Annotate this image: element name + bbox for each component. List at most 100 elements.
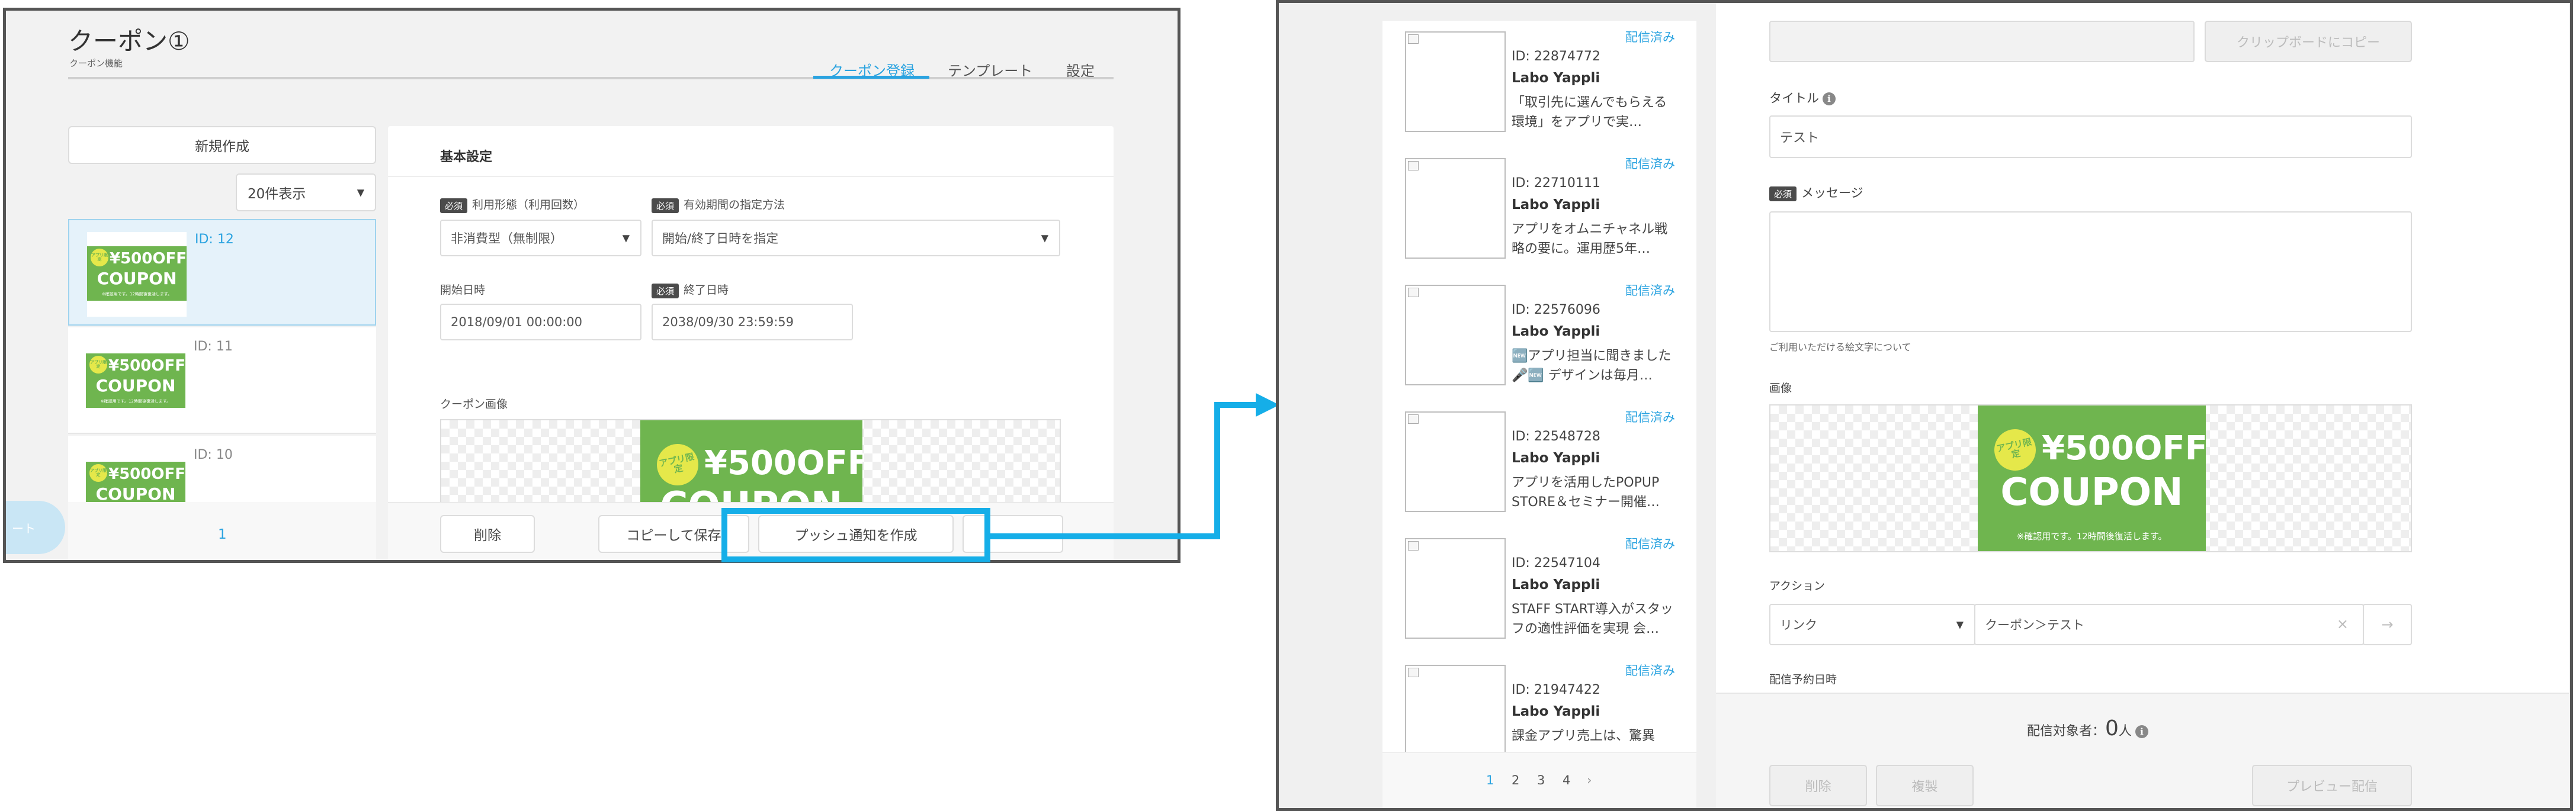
required-badge: 必須 xyxy=(652,198,679,213)
start-datetime-input[interactable]: 2018/09/01 00:00:00 xyxy=(440,304,641,340)
image-label: 画像 xyxy=(1769,382,1792,395)
coupon-note: ※確認用です。12時間後復活します。 xyxy=(100,399,171,404)
item-id: ID: 22547104 xyxy=(1512,556,1600,571)
page-2[interactable]: 2 xyxy=(1512,773,1519,787)
page-title: クーポン① xyxy=(68,27,190,56)
broken-image-icon xyxy=(1405,411,1506,512)
coupon-price: ¥500OFF xyxy=(108,465,185,483)
coupon-thumbnail: アプリ限定 ¥500OFF COUPON ※確認用です。12時間後復活します。 xyxy=(86,339,185,424)
coupon-word: COUPON xyxy=(97,269,177,288)
period-label: 有効期間の指定方法 xyxy=(684,198,785,211)
left-screen: クーポン① クーポン機能 クーポン登録 テンプレート 設定 新規作成 20件表示… xyxy=(3,8,1180,563)
coupon-word: COUPON xyxy=(95,376,176,395)
coupon-image: アプリ限定 ¥500OFF COUPON ※確認用です。12時間後復活します。 xyxy=(87,246,187,301)
item-description: STAFF START導入がスタッフの適性評価を実現 会… xyxy=(1512,602,1673,636)
coupon-image-label: クーポン画像 xyxy=(440,398,508,411)
usage-label-row: 必須 利用形態（利用回数） xyxy=(440,196,585,213)
broken-image-icon xyxy=(1405,665,1506,755)
page-4[interactable]: 4 xyxy=(1563,773,1570,787)
coupon-id: ID: 11 xyxy=(194,339,233,354)
pager-page-1[interactable]: 1 xyxy=(218,527,227,542)
item-name: Labo Yappli xyxy=(1512,704,1600,719)
item-description: 課金アプリ売上は、驚異 xyxy=(1512,729,1656,744)
panel-title: 基本設定 xyxy=(440,150,493,165)
broken-image-icon xyxy=(1405,285,1506,385)
page-1[interactable]: 1 xyxy=(1486,773,1494,787)
image-area[interactable]: アプリ限定 ¥500OFF COUPON ※確認用です。12時間後復活します。 xyxy=(1769,404,2412,552)
action-type-select[interactable]: リンク ▼ xyxy=(1769,604,1975,645)
coupon-note: ※確認用です。12時間後復活します。 xyxy=(101,292,172,297)
list-item[interactable]: 配信済み ID: 21947422 Labo Yappli 課金アプリ売上は、驚… xyxy=(1382,654,1696,755)
target-count-row: 配信対象者：0人 i xyxy=(2027,716,2148,741)
broken-image-icon xyxy=(1405,538,1506,639)
copy-clipboard-button[interactable]: クリップボードにコピー xyxy=(2205,21,2412,62)
coupon-list-item[interactable]: アプリ限定 ¥500OFF COUPON ※確認用です。12時間後復活します。 … xyxy=(68,219,376,326)
title-label: タイトル xyxy=(1769,91,1819,105)
list-pager: 1 xyxy=(68,502,376,560)
per-page-select[interactable]: 20件表示 ▼ xyxy=(236,173,376,211)
clear-icon[interactable]: × xyxy=(2337,616,2349,632)
duplicate-button[interactable]: 複製 xyxy=(1876,765,1974,806)
item-description: アプリを活用したPOPUP STORE＆セミナー開催… xyxy=(1512,475,1660,510)
item-description: 🆕アプリ担当に聞きました🎤🆕 デザインは毎月… xyxy=(1512,349,1672,383)
coupon-word: COUPON xyxy=(2000,471,2183,514)
status-badge: 配信済み xyxy=(1625,284,1675,298)
right-screen: 配信済み ID: 22874772 Labo Yappli 「取引先に選んでもら… xyxy=(1276,0,2573,811)
required-badge: 必須 xyxy=(1769,186,1797,201)
item-name: Labo Yappli xyxy=(1512,577,1600,593)
action-target-input[interactable]: クーポン＞テスト × xyxy=(1974,604,2364,645)
info-icon[interactable]: i xyxy=(2135,725,2148,738)
info-icon[interactable]: i xyxy=(1823,92,1836,105)
delete-button[interactable]: 削除 xyxy=(1769,765,1867,806)
new-coupon-button[interactable]: 新規作成 xyxy=(68,126,376,164)
target-unit: 人 xyxy=(2118,724,2132,739)
chevron-down-icon: ▼ xyxy=(1041,232,1048,244)
end-label: 終了日時 xyxy=(684,284,729,297)
status-badge: 配信済み xyxy=(1625,410,1675,424)
item-id: ID: 22874772 xyxy=(1512,49,1600,64)
item-name: Labo Yappli xyxy=(1512,324,1600,339)
title-input[interactable]: テスト xyxy=(1769,115,2412,158)
list-item[interactable]: 配信済み ID: 22710111 Labo Yappli アプリをオムニチャネ… xyxy=(1382,147,1696,274)
message-label-row: 必須 メッセージ xyxy=(1769,184,1863,201)
chevron-down-icon: ▼ xyxy=(1956,619,1964,630)
period-value: 開始/終了日時を指定 xyxy=(662,231,779,246)
url-field xyxy=(1769,21,2195,62)
coupon-word: COUPON xyxy=(95,484,176,504)
coupon-price: ¥500OFF xyxy=(2042,429,2206,468)
schedule-label: 配信予約日時 xyxy=(1769,673,1837,686)
list-item[interactable]: 配信済み ID: 22548728 Labo Yappli アプリを活用したPO… xyxy=(1382,401,1696,527)
end-datetime-input[interactable]: 2038/09/30 23:59:59 xyxy=(652,304,853,340)
status-badge: 配信済み xyxy=(1625,30,1675,44)
list-item[interactable]: 配信済み ID: 22576096 Labo Yappli 🆕アプリ担当に聞きま… xyxy=(1382,274,1696,401)
preview-send-button[interactable]: プレビュー配信 xyxy=(2252,765,2412,806)
target-count: 0 xyxy=(2105,716,2119,741)
list-item[interactable]: 配信済み ID: 22547104 Labo Yappli STAFF STAR… xyxy=(1382,527,1696,654)
emoji-note-link[interactable]: ご利用いただける絵文字について xyxy=(1769,339,1911,353)
list-item[interactable]: 配信済み ID: 22874772 Labo Yappli 「取引先に選んでもら… xyxy=(1382,21,1696,147)
item-name: Labo Yappli xyxy=(1512,197,1600,213)
page-3[interactable]: 3 xyxy=(1537,773,1545,787)
action-target-value: クーポン＞テスト xyxy=(1985,618,2084,632)
usage-value: 非消費型（無制限） xyxy=(451,231,563,246)
coupon-thumbnail: アプリ限定 ¥500OFF COUPON ※確認用です。12時間後復活します。 xyxy=(87,232,187,317)
floating-tab[interactable]: ート xyxy=(6,501,65,554)
item-id: ID: 22710111 xyxy=(1512,176,1600,191)
message-textarea[interactable] xyxy=(1769,211,2412,332)
arrow-right-icon[interactable]: → xyxy=(2363,604,2412,645)
delete-button[interactable]: 削除 xyxy=(440,515,535,553)
next-page-icon[interactable]: › xyxy=(1587,773,1592,787)
period-select[interactable]: 開始/終了日時を指定 ▼ xyxy=(652,220,1060,256)
target-prefix: 配信対象者： xyxy=(2027,724,2106,739)
item-id: ID: 22548728 xyxy=(1512,429,1600,444)
coupon-image: アプリ限定 ¥500OFF COUPON ※確認用です。12時間後復活します。 xyxy=(1978,406,2206,551)
usage-select[interactable]: 非消費型（無制限） ▼ xyxy=(440,220,641,256)
panel-header: 基本設定 xyxy=(388,126,1114,177)
coupon-id: ID: 12 xyxy=(195,232,234,247)
coupon-list-item[interactable]: アプリ限定 ¥500OFF COUPON ※確認用です。12時間後復活します。 … xyxy=(68,327,376,434)
tab-settings[interactable]: 設定 xyxy=(1066,59,1095,80)
tab-template[interactable]: テンプレート xyxy=(948,59,1032,80)
broken-image-icon xyxy=(1405,158,1506,259)
coupon-badge: アプリ限定 xyxy=(89,356,107,374)
basic-settings-panel: 基本設定 必須 利用形態（利用回数） 非消費型（無制限） ▼ 必須 有効期間の指定方… xyxy=(388,126,1114,560)
